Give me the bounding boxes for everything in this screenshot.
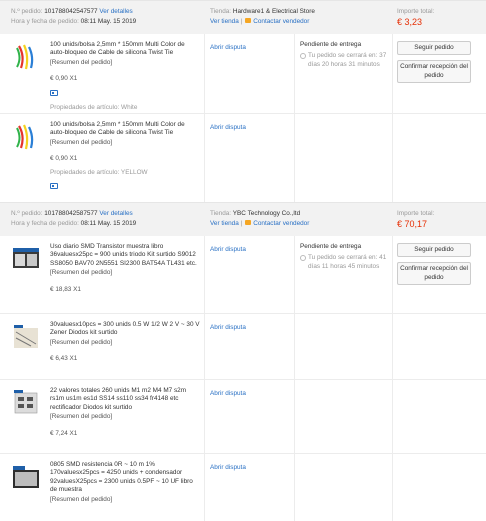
order-header: N.º pedido: 101788042547577 Ver detalles…	[0, 1, 486, 34]
item-title-link[interactable]: 100 unids/bolsa 2,5mm * 150mm Multi Colo…	[50, 121, 200, 138]
order-header: N.º pedido: 101788042587577 Ver detalles…	[0, 203, 486, 236]
item-title-link[interactable]: 0805 SMD resistencia 0R ~ 10 m 1% 170val…	[50, 461, 200, 495]
order-time: 08:11 May. 15 2019	[80, 18, 137, 25]
store-label: Tienda:	[210, 210, 232, 217]
store-label: Tienda:	[210, 8, 232, 15]
item-price: € 6,43 X1	[50, 355, 78, 363]
message-icon	[245, 219, 252, 225]
order-summary-link[interactable]: [Resumen del pedido]	[50, 139, 200, 147]
order-time-label: Hora y fecha de pedido:	[11, 220, 79, 227]
order-item: 100 unids/bolsa 2,5mm * 150mm Multi Colo…	[0, 114, 486, 203]
view-store-link[interactable]: Ver tienda	[210, 18, 239, 25]
product-thumbnail[interactable]	[11, 42, 41, 72]
view-store-link[interactable]: Ver tienda	[210, 220, 239, 227]
snapshot-icon[interactable]	[50, 182, 58, 189]
product-thumbnail[interactable]	[11, 322, 41, 352]
snapshot-icon[interactable]	[50, 89, 58, 96]
order-summary-link[interactable]: [Resumen del pedido]	[50, 496, 200, 504]
open-dispute-link[interactable]: Abrir disputa	[210, 124, 246, 132]
order-card-2: N.º pedido: 101788042587577 Ver detalles…	[0, 202, 486, 521]
product-thumbnail[interactable]	[11, 462, 41, 492]
item-property: Propiedades de artículo: YELLOW	[50, 168, 148, 176]
view-details-link[interactable]: Ver detalles	[99, 210, 132, 217]
product-thumbnail[interactable]	[11, 122, 41, 152]
order-time-label: Hora y fecha de pedido:	[11, 18, 79, 25]
order-card-1: N.º pedido: 101788042547577 Ver detalles…	[0, 0, 486, 203]
item-title-link[interactable]: 30valuesx10pcs = 300 unids 0.5 W 1/2 W 2…	[50, 321, 200, 338]
store-name: Hardware1 & Electrical Store	[232, 8, 315, 15]
item-price: € 0,90 X1	[50, 155, 78, 163]
total-label: Importe total:	[397, 210, 435, 217]
store-name: YBC Technology Co.,ltd	[232, 210, 301, 217]
order-number-label: N.º pedido:	[11, 210, 43, 217]
item-price: € 18,83 X1	[50, 285, 81, 293]
item-title-link[interactable]: 100 unids/bolsa 2,5mm * 150mm Multi Colo…	[50, 41, 200, 58]
item-title-link[interactable]: Uso diario SMD Transistor muestra libro …	[50, 243, 200, 268]
open-dispute-link[interactable]: Abrir disputa	[210, 324, 246, 332]
total-amount: € 70,17	[397, 219, 428, 230]
order-summary-link[interactable]: [Resumen del pedido]	[50, 59, 200, 67]
open-dispute-link[interactable]: Abrir disputa	[210, 246, 246, 254]
view-details-link[interactable]: Ver detalles	[99, 8, 132, 15]
open-dispute-link[interactable]: Abrir disputa	[210, 390, 246, 398]
message-icon	[245, 17, 252, 23]
order-item: 0805 SMD resistencia 0R ~ 10 m 1% 170val…	[0, 454, 486, 521]
open-dispute-link[interactable]: Abrir disputa	[210, 44, 246, 52]
order-number: 101788042587577	[44, 210, 98, 217]
item-price: € 0,90 X1	[50, 75, 78, 83]
item-property: Propiedades de artículo: White	[50, 103, 138, 111]
order-summary-link[interactable]: [Resumen del pedido]	[50, 269, 200, 277]
order-summary-link[interactable]: [Resumen del pedido]	[50, 413, 200, 421]
order-number-label: N.º pedido:	[11, 8, 43, 15]
order-item: 100 unids/bolsa 2,5mm * 150mm Multi Colo…	[0, 34, 486, 114]
item-price: € 7,24 X1	[50, 429, 78, 437]
order-item: 22 valores totales 260 unids M1 m2 M4 M7…	[0, 380, 486, 454]
total-label: Importe total:	[397, 8, 435, 15]
order-item: 30valuesx10pcs = 300 unids 0.5 W 1/2 W 2…	[0, 314, 486, 380]
order-summary-link[interactable]: [Resumen del pedido]	[50, 339, 200, 347]
order-item: Uso diario SMD Transistor muestra libro …	[0, 236, 486, 314]
order-number: 101788042547577	[44, 8, 98, 15]
contact-seller-link[interactable]: Contactar vendedor	[253, 220, 309, 227]
product-thumbnail[interactable]	[11, 388, 41, 418]
order-time: 08:11 May. 15 2019	[80, 220, 137, 227]
item-title-link[interactable]: 22 valores totales 260 unids M1 m2 M4 M7…	[50, 387, 200, 412]
product-thumbnail[interactable]	[11, 244, 41, 274]
open-dispute-link[interactable]: Abrir disputa	[210, 464, 246, 472]
contact-seller-link[interactable]: Contactar vendedor	[253, 18, 309, 25]
total-amount: € 3,23	[397, 17, 423, 28]
